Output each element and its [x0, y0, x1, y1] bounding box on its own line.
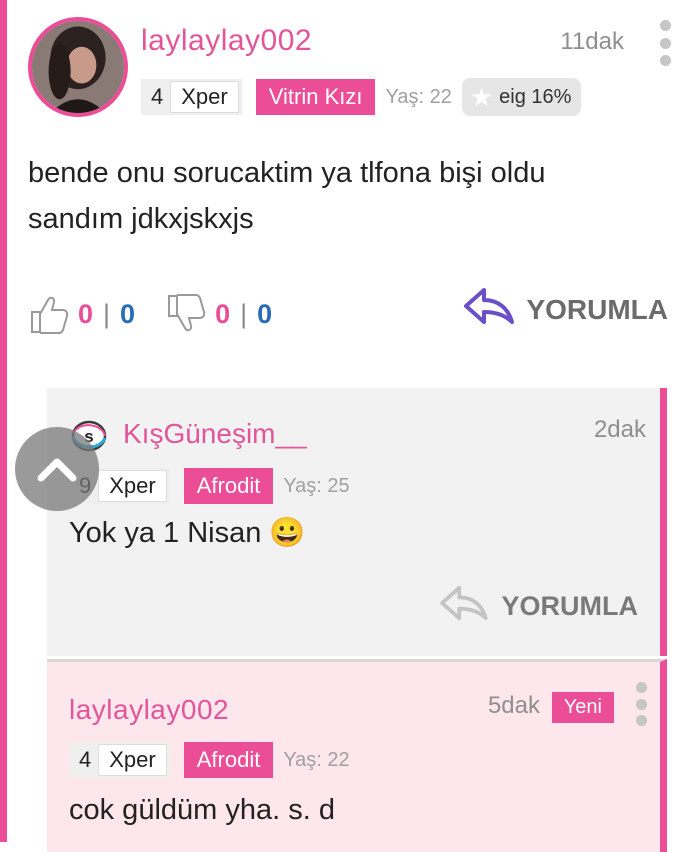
post-user-badges: 4 Xper Vitrin Kızı Yaş: 22 ★ eig 16% [141, 78, 582, 116]
post-time: 11dak [560, 28, 624, 55]
rank-title-badge: Afrodit [183, 468, 274, 504]
eig-badge: ★ eig 16% [461, 78, 582, 116]
xper-label: Xper [98, 470, 167, 502]
comment-time: 2dak [593, 416, 646, 443]
age-label: Yaş: 22 [283, 748, 350, 771]
level-number: 4 [79, 747, 92, 772]
separator: | [240, 298, 248, 329]
like-count-pink: 0 [78, 298, 94, 329]
comment-user-badges: 9 Xper Afrodit Yaş: 25 [69, 468, 350, 504]
rank-title-badge: Vitrin Kızı [255, 79, 376, 115]
like-count-blue: 0 [120, 298, 136, 329]
eig-label: eig 16% [499, 85, 572, 108]
scroll-up-chevron-icon [37, 458, 77, 482]
post-username[interactable]: laylaylay002 [141, 24, 312, 58]
level-number: 4 [151, 84, 164, 109]
dislike-count-pink: 0 [215, 298, 231, 329]
comment-user-badges: 4 Xper Afrodit Yaş: 22 [69, 742, 350, 778]
new-badge: Yeni [551, 692, 614, 723]
level-badge: 4 Xper [141, 79, 242, 115]
comment-username[interactable]: KışGüneşim__ [123, 418, 307, 450]
age-label: Yaş: 22 [385, 85, 452, 108]
separator: | [103, 298, 111, 329]
comment-card: s KışGüneşim__ 2dak 9 Xper Afrodit Yaş: … [47, 388, 667, 656]
scroll-up-button[interactable] [15, 427, 99, 511]
kebab-menu-icon[interactable] [634, 682, 648, 726]
age-label: Yaş: 25 [283, 474, 350, 497]
reply-button[interactable]: YORUMLA [462, 286, 668, 333]
thumbs-down-icon[interactable] [165, 292, 209, 336]
post-card: laylaylay002 11dak 4 Xper Vitrin Kızı Ya… [7, 0, 690, 852]
reply-arrow-icon [438, 584, 502, 629]
comment-card-new: laylaylay002 5dak Yeni 4 Xper Afrodit Ya… [47, 659, 667, 852]
thumbs-up-icon[interactable] [28, 292, 72, 336]
comment-text: Yok ya 1 Nisan 😀 [69, 517, 306, 549]
kebab-menu-icon[interactable] [658, 20, 672, 66]
reaction-bar: 0 | 0 0 | 0 [28, 292, 272, 336]
reply-arrow-icon [462, 286, 526, 333]
post-text: bende onu sorucaktim ya tlfona bişi oldu… [28, 157, 546, 235]
xper-label: Xper [170, 81, 239, 113]
reply-label: YORUMLA [526, 293, 668, 325]
reply-button[interactable]: YORUMLA [438, 584, 639, 629]
avatar-photo [32, 21, 124, 113]
comment-time: 5dak [487, 692, 540, 719]
comment-text: cok güldüm yha. s. d [69, 794, 335, 826]
reply-label: YORUMLA [501, 591, 639, 621]
comment-username[interactable]: laylaylay002 [69, 694, 229, 726]
left-accent-stripe [0, 0, 7, 842]
xper-label: Xper [98, 744, 167, 776]
star-icon: ★ [469, 81, 494, 112]
level-badge: 4 Xper [69, 742, 170, 778]
rank-title-badge: Afrodit [183, 742, 274, 778]
dislike-count-blue: 0 [257, 298, 273, 329]
avatar[interactable] [28, 17, 128, 117]
